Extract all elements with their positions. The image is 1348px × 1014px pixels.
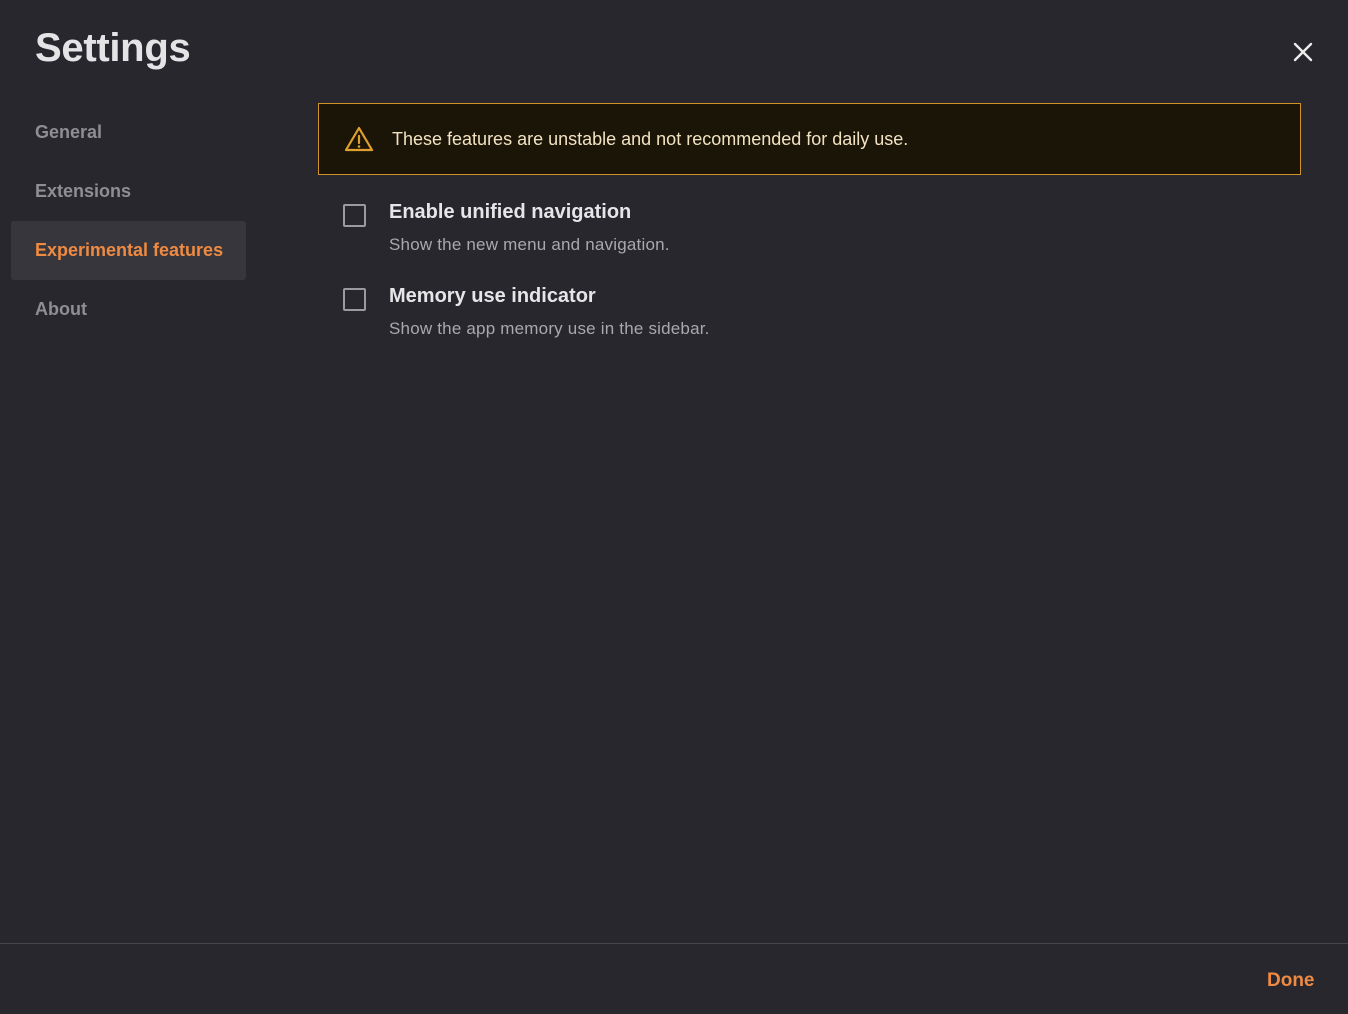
options-list: Enable unified navigation Show the new m… bbox=[318, 201, 1301, 371]
done-button[interactable]: Done bbox=[1252, 964, 1330, 998]
memory-indicator-description: Show the app memory use in the sidebar. bbox=[389, 319, 710, 338]
warning-text: These features are unstable and not reco… bbox=[392, 128, 909, 149]
option-memory-indicator: Memory use indicator Show the app memory… bbox=[318, 285, 1301, 371]
close-icon bbox=[1293, 42, 1313, 62]
memory-indicator-label[interactable]: Memory use indicator bbox=[389, 285, 596, 308]
nav-item-experimental-features[interactable]: Experimental features bbox=[11, 221, 246, 280]
unified-navigation-description: Show the new menu and navigation. bbox=[389, 235, 670, 254]
nav-item-extensions[interactable]: Extensions bbox=[11, 162, 246, 221]
warning-banner: These features are unstable and not reco… bbox=[318, 103, 1301, 175]
option-unified-navigation: Enable unified navigation Show the new m… bbox=[318, 201, 1301, 287]
nav-item-about[interactable]: About bbox=[11, 280, 246, 339]
nav-item-general[interactable]: General bbox=[11, 103, 246, 162]
settings-dialog: Settings General Extensions Experimental… bbox=[0, 0, 1348, 1014]
unified-navigation-label[interactable]: Enable unified navigation bbox=[389, 201, 631, 224]
page-title: Settings bbox=[35, 26, 191, 70]
close-button[interactable] bbox=[1288, 37, 1318, 67]
footer-divider bbox=[0, 943, 1348, 944]
warning-triangle-icon bbox=[344, 126, 374, 152]
settings-nav: General Extensions Experimental features… bbox=[11, 103, 246, 339]
unified-navigation-checkbox[interactable] bbox=[343, 204, 366, 227]
settings-content: These features are unstable and not reco… bbox=[318, 103, 1301, 371]
memory-indicator-checkbox[interactable] bbox=[343, 288, 366, 311]
